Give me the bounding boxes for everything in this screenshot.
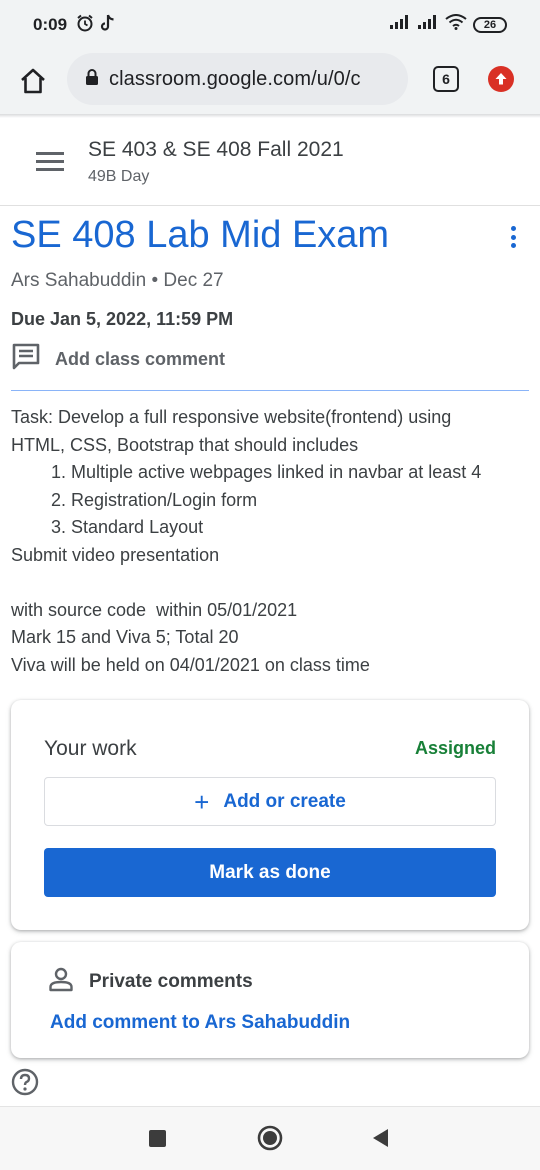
home-circle-icon[interactable] (257, 1125, 283, 1151)
description-list-item: 1. Multiple active webpages linked in na… (51, 462, 482, 482)
description-list-item: 2. Registration/Login form (51, 489, 258, 510)
recent-apps-icon[interactable] (149, 1130, 166, 1147)
browser-toolbar: classroom.google.com/u/0/c 6 (0, 48, 540, 114)
tab-count: 6 (442, 71, 450, 87)
your-work-title: Your work (44, 737, 137, 760)
address-bar[interactable]: classroom.google.com/u/0/c (67, 53, 408, 105)
description-list-item: 3. Standard Layout (51, 517, 204, 537)
comment-icon (11, 343, 41, 376)
assignment-description: Task: Develop a full responsive website(… (11, 404, 536, 679)
plus-icon: + (194, 786, 210, 817)
tiktok-icon (100, 14, 116, 37)
status-badge: Assigned (414, 738, 496, 758)
description-line: HTML, CSS, Bootstrap that should include… (11, 434, 359, 455)
person-icon (48, 966, 74, 997)
due-date: Due Jan 5, 2022, 11:59 PM (11, 309, 234, 329)
mark-as-done-label: Mark as done (209, 861, 331, 883)
add-class-comment-button[interactable]: Add class comment (11, 343, 225, 376)
description-line: Viva will be held on 04/01/2021 on class… (11, 654, 370, 675)
back-icon[interactable] (370, 1127, 390, 1149)
update-icon[interactable] (488, 66, 514, 92)
tab-switcher-icon[interactable]: 6 (433, 66, 459, 92)
add-or-create-button[interactable]: + Add or create (44, 777, 496, 826)
class-title: SE 403 & SE 408 Fall 2021 (88, 138, 344, 161)
assignment-title: SE 408 Lab Mid Exam (11, 214, 390, 256)
add-or-create-label: Add or create (223, 790, 346, 812)
battery-indicator: 26 (473, 16, 507, 33)
private-comments-card: Private comments Add comment to Ars Saha… (11, 942, 529, 1058)
add-private-comment-link[interactable]: Add comment to Ars Sahabuddin (50, 1012, 350, 1034)
description-line: Submit video presentation (11, 544, 220, 565)
signal-icon (417, 14, 439, 35)
private-comments-title: Private comments (89, 970, 253, 992)
assignment-meta: Ars Sahabuddin • Dec 27 (11, 270, 224, 291)
wifi-icon (445, 14, 467, 35)
class-subtitle: 49B Day (88, 168, 150, 185)
description-line: Mark 15 and Viva 5; Total 20 (11, 627, 239, 647)
system-nav-bar (0, 1106, 540, 1170)
class-header: SE 403 & SE 408 Fall 2021 49B Day (0, 118, 540, 206)
menu-icon[interactable] (36, 152, 64, 174)
description-line: with source code within 05/01/2021 (11, 599, 298, 620)
status-time: 0:09 (33, 15, 68, 34)
description-line: Task: Develop a full responsive website(… (11, 407, 452, 427)
status-bar: 0:09 26 (0, 0, 540, 48)
add-class-comment-label: Add class comment (55, 349, 226, 369)
home-icon[interactable] (14, 62, 52, 100)
lock-icon (85, 68, 99, 91)
more-options-icon[interactable] (504, 222, 522, 252)
help-icon[interactable] (11, 1068, 39, 1096)
your-work-card: Your work Assigned + Add or create Mark … (11, 700, 529, 930)
mark-as-done-button[interactable]: Mark as done (44, 848, 496, 897)
signal-icon (389, 14, 411, 35)
url-text: classroom.google.com/u/0/c (109, 67, 361, 90)
alarm-icon (76, 14, 94, 37)
divider (11, 390, 529, 391)
